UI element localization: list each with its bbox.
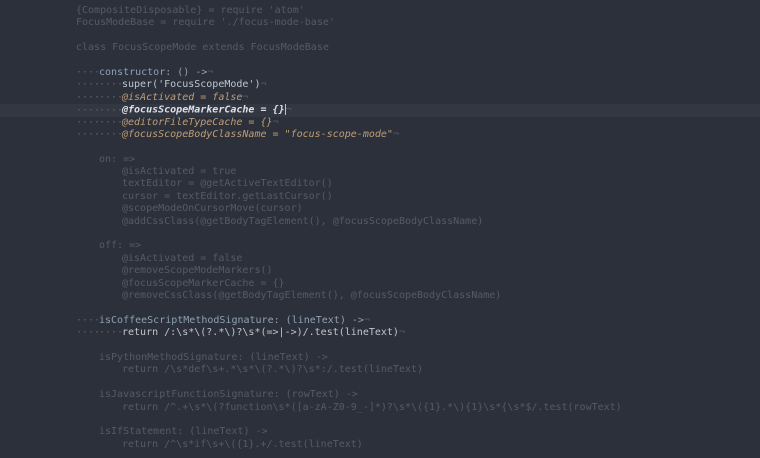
code-text: @focusScopeMarkerCache = {} xyxy=(122,277,285,289)
code-text: @isActivated = false xyxy=(122,252,243,264)
code-line[interactable]: @scopeModeOnCursorMove(cursor) xyxy=(0,203,760,215)
code-line[interactable]: @removeCssClass(@getBodyTagElement(), @f… xyxy=(0,290,760,302)
eol-marker: ¬ xyxy=(242,91,249,103)
code-line[interactable]: on: => xyxy=(0,154,760,166)
code-line[interactable]: @focusScopeMarkerCache = {} xyxy=(0,278,760,290)
code-text: isIfStatement: (lineText) -> xyxy=(99,426,268,438)
code-line[interactable]: @isActivated = true xyxy=(0,166,760,178)
indent-guide: ···· xyxy=(76,91,101,103)
code-line[interactable]: ········@isActivated = false¬ xyxy=(0,92,760,104)
code-line[interactable]: @isActivated = false xyxy=(0,253,760,265)
indent-guide: ···· xyxy=(99,91,124,103)
code-text: off: => xyxy=(99,240,142,252)
code-line[interactable]: isJavascriptFunctionSignature: (rowText)… xyxy=(0,389,760,401)
code-text: FocusModeBase = require './focus-mode-ba… xyxy=(76,17,335,29)
indent-guide: ···· xyxy=(99,79,124,91)
indent-guide: ···· xyxy=(76,104,101,116)
indent-guide: ···· xyxy=(99,327,124,339)
code-text: on: => xyxy=(99,153,136,165)
code-line[interactable]: @removeScopeModeMarkers() xyxy=(0,265,760,277)
eol-marker: ¬ xyxy=(363,314,370,326)
code-line[interactable]: ········@focusScopeBodyClassName = "focu… xyxy=(0,129,760,141)
indent-guide: ···· xyxy=(99,128,124,140)
code-line[interactable]: off: => xyxy=(0,240,760,252)
code-text: @scopeModeOnCursorMove(cursor) xyxy=(122,203,303,215)
code-line[interactable]: return /^\s*if\s+\({1}.+/.test(lineText) xyxy=(0,439,760,451)
code-text: class FocusScopeMode extends FocusModeBa… xyxy=(76,42,329,54)
indent-guide: ···· xyxy=(99,104,124,116)
indent-guide: ···· xyxy=(76,327,101,339)
code-line[interactable]: cursor = textEditor.getLastCursor() xyxy=(0,191,760,203)
eol-marker: ¬ xyxy=(392,128,399,140)
eol-marker: ¬ xyxy=(260,79,267,91)
code-line[interactable]: return /\s*def\s+.*\s*\(?.*\)?\s*:/.test… xyxy=(0,364,760,376)
eol-marker: ¬ xyxy=(285,104,292,116)
code-text: @focusScopeBodyClassName = "focus-scope-… xyxy=(122,128,393,140)
code-line[interactable] xyxy=(0,377,760,389)
code-line[interactable]: textEditor = @getActiveTextEditor() xyxy=(0,178,760,190)
code-text: @addCssClass(@getBodyTagElement(), @focu… xyxy=(122,215,484,227)
code-line[interactable] xyxy=(0,30,760,42)
indent-guide: ···· xyxy=(99,116,124,128)
code-line[interactable]: ········@editorFileTypeCache = {}¬ xyxy=(0,117,760,129)
code-line[interactable] xyxy=(0,141,760,153)
code-text: isCoffeeScriptMethodSignature: (lineText… xyxy=(99,314,364,326)
code-line[interactable] xyxy=(0,340,760,352)
code-line[interactable] xyxy=(0,228,760,240)
code-line[interactable]: @addCssClass(@getBodyTagElement(), @focu… xyxy=(0,216,760,228)
code-text: textEditor = @getActiveTextEditor() xyxy=(122,178,333,190)
indent-guide: ···· xyxy=(76,79,101,91)
eol-marker: ¬ xyxy=(207,66,214,78)
code-line[interactable]: ····isCoffeeScriptMethodSignature: (line… xyxy=(0,315,760,327)
code-text: @isActivated = true xyxy=(122,166,237,178)
code-line[interactable]: class FocusScopeMode extends FocusModeBa… xyxy=(0,42,760,54)
code-text: @isActivated = false xyxy=(122,91,243,103)
code-line[interactable]: {CompositeDisposable} = require 'atom' xyxy=(0,5,760,17)
code-text: @focusScopeMarkerCache = {} xyxy=(122,104,285,116)
code-line[interactable]: isPythonMethodSignature: (lineText) -> xyxy=(0,352,760,364)
code-text: isJavascriptFunctionSignature: (rowText)… xyxy=(99,389,358,401)
eol-marker: ¬ xyxy=(272,116,279,128)
code-text: return /\s*def\s+.*\s*\(?.*\)?\s*:/.test… xyxy=(122,364,424,376)
indent-guide: ···· xyxy=(76,66,101,78)
code-line[interactable] xyxy=(0,414,760,426)
code-text: return /^.+\s*\(?function\s*([a-zA-Z0-9_… xyxy=(122,401,622,413)
indent-guide: ···· xyxy=(76,116,101,128)
code-text: @editorFileTypeCache = {} xyxy=(122,116,273,128)
code-text: {CompositeDisposable} = require 'atom' xyxy=(76,5,305,16)
code-text: @removeScopeModeMarkers() xyxy=(122,265,273,277)
code-editor[interactable]: {CompositeDisposable} = require 'atom' F… xyxy=(0,0,760,458)
code-line[interactable]: ········super('FocusScopeMode')¬ xyxy=(0,79,760,91)
code-line[interactable]: return /^.+\s*\(?function\s*([a-zA-Z0-9_… xyxy=(0,402,760,414)
code-line[interactable]: ········return /:\s*\(?.*\)?\s*(=>|->)/.… xyxy=(0,327,760,339)
code-line[interactable]: FocusModeBase = require './focus-mode-ba… xyxy=(0,17,760,29)
code-line[interactable] xyxy=(0,302,760,314)
code-text: return /:\s*\(?.*\)?\s*(=>|->)/.test(lin… xyxy=(122,327,399,339)
indent-guide: ···· xyxy=(76,128,101,140)
code-text: return /^\s*if\s+\({1}.+/.test(lineText) xyxy=(122,438,363,450)
code-text: super('FocusScopeMode') xyxy=(122,79,261,91)
code-line-active[interactable]: ········@focusScopeMarkerCache = {}¬ xyxy=(0,104,760,116)
code-line[interactable]: ····constructor: () ->¬ xyxy=(0,67,760,79)
code-text: isPythonMethodSignature: (lineText) -> xyxy=(99,351,328,363)
code-text: @removeCssClass(@getBodyTagElement(), @f… xyxy=(122,289,502,301)
indent-guide: ···· xyxy=(76,314,101,326)
code-text: cursor = textEditor.getLastCursor() xyxy=(122,190,333,202)
code-text: constructor: () -> xyxy=(99,66,208,78)
code-line[interactable] xyxy=(0,55,760,67)
code-line[interactable]: isIfStatement: (lineText) -> xyxy=(0,426,760,438)
eol-marker: ¬ xyxy=(398,327,405,339)
